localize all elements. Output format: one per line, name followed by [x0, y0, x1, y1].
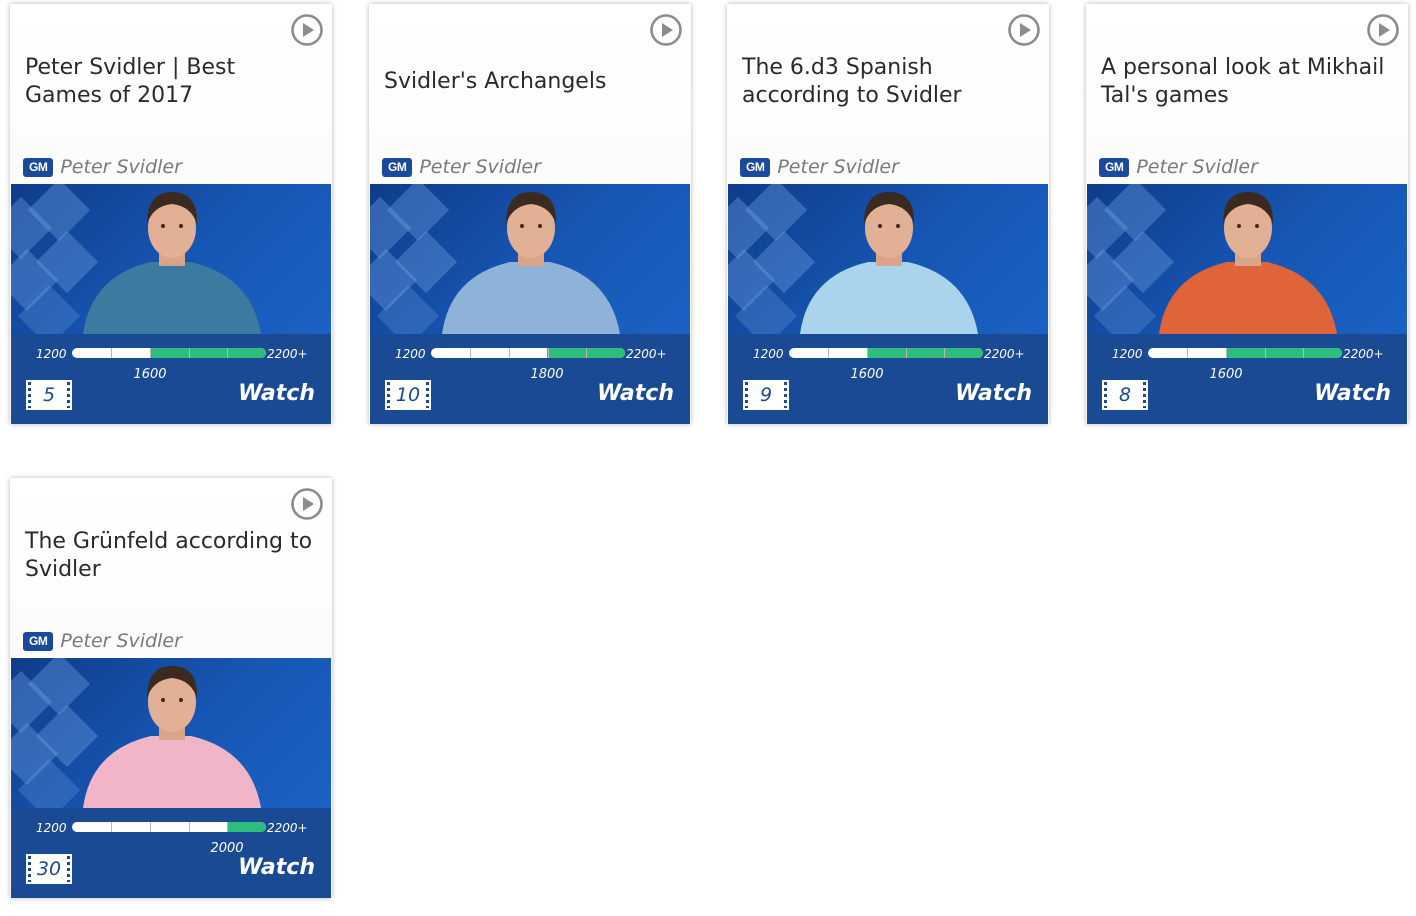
author-name[interactable]: Peter Svidler	[777, 156, 899, 178]
course-card[interactable]: The Grünfeld according to Svidler GM Pet…	[10, 478, 332, 898]
level-min-label: 1200	[753, 347, 784, 361]
level-bar	[1148, 348, 1342, 358]
level-min-label: 1200	[395, 347, 426, 361]
level-bar-fill	[227, 822, 266, 832]
watch-button[interactable]: Watch	[238, 855, 315, 880]
course-title[interactable]: The Grünfeld according to Svidler	[25, 528, 318, 584]
level-value: 1600	[850, 367, 884, 382]
level-max-label: 2200+	[267, 347, 308, 361]
presenter-image	[442, 192, 620, 334]
video-count: 9	[743, 380, 789, 410]
course-card[interactable]: The 6.d3 Spanish according to Svidler GM…	[727, 4, 1049, 424]
level-bar	[72, 822, 266, 832]
level-bar-fill	[1226, 348, 1342, 358]
level-bar-fill	[867, 348, 983, 358]
author-row: GM Peter Svidler	[382, 156, 541, 178]
course-card[interactable]: Peter Svidler | Best Games of 2017 GM Pe…	[10, 4, 332, 424]
course-title[interactable]: The 6.d3 Spanish according to Svidler	[742, 54, 1035, 110]
level-bar-fill	[150, 348, 266, 358]
course-info-bar: 1200 2200+ 1600 8 Watch	[1087, 334, 1407, 424]
video-count: 30	[26, 854, 72, 884]
author-row: GM Peter Svidler	[1099, 156, 1258, 178]
course-thumbnail[interactable]	[11, 184, 331, 334]
gm-badge: GM	[382, 157, 413, 177]
course-info-bar: 1200 2200+ 1600 9 Watch	[728, 334, 1048, 424]
course-title[interactable]: Peter Svidler | Best Games of 2017	[25, 54, 318, 110]
level-min-label: 1200	[1112, 347, 1143, 361]
level-bar	[789, 348, 983, 358]
course-thumbnail[interactable]	[728, 184, 1048, 334]
level-value: 1800	[530, 367, 564, 382]
level-min-label: 1200	[36, 347, 67, 361]
course-info-bar: 1200 2200+ 2000 30 Watch	[11, 808, 331, 898]
watch-button[interactable]: Watch	[238, 381, 315, 406]
level-bar	[431, 348, 625, 358]
level-value: 1600	[1209, 367, 1243, 382]
level-value: 1600	[133, 367, 167, 382]
author-row: GM Peter Svidler	[740, 156, 899, 178]
course-thumbnail[interactable]	[11, 658, 331, 808]
level-min-label: 1200	[36, 821, 67, 835]
video-count: 10	[385, 380, 431, 410]
course-card[interactable]: A personal look at Mikhail Tal's games G…	[1086, 4, 1408, 424]
course-title[interactable]: A personal look at Mikhail Tal's games	[1101, 54, 1394, 110]
course-thumbnail[interactable]	[370, 184, 690, 334]
presenter-image	[83, 666, 261, 808]
play-circle-icon[interactable]	[290, 487, 324, 521]
presenter-image	[800, 192, 978, 334]
video-count: 8	[1102, 380, 1148, 410]
author-name[interactable]: Peter Svidler	[1136, 156, 1258, 178]
watch-button[interactable]: Watch	[1314, 381, 1391, 406]
level-bar	[72, 348, 266, 358]
level-max-label: 2200+	[626, 347, 667, 361]
play-circle-icon[interactable]	[1366, 13, 1400, 47]
play-circle-icon[interactable]	[1007, 13, 1041, 47]
gm-badge: GM	[1099, 157, 1130, 177]
gm-badge: GM	[740, 157, 771, 177]
level-max-label: 2200+	[984, 347, 1025, 361]
author-name[interactable]: Peter Svidler	[60, 156, 182, 178]
course-card[interactable]: Svidler's Archangels GM Peter Svidler 12…	[369, 4, 691, 424]
author-name[interactable]: Peter Svidler	[60, 630, 182, 652]
gm-badge: GM	[23, 631, 54, 651]
course-info-bar: 1200 2200+ 1800 10 Watch	[370, 334, 690, 424]
author-row: GM Peter Svidler	[23, 156, 182, 178]
gm-badge: GM	[23, 157, 54, 177]
course-title[interactable]: Svidler's Archangels	[384, 68, 677, 96]
level-max-label: 2200+	[1343, 347, 1384, 361]
play-circle-icon[interactable]	[649, 13, 683, 47]
presenter-image	[1159, 192, 1337, 334]
presenter-image	[83, 192, 261, 334]
watch-button[interactable]: Watch	[597, 381, 674, 406]
level-max-label: 2200+	[267, 821, 308, 835]
play-circle-icon[interactable]	[290, 13, 324, 47]
video-count: 5	[26, 380, 72, 410]
author-row: GM Peter Svidler	[23, 630, 182, 652]
author-name[interactable]: Peter Svidler	[419, 156, 541, 178]
watch-button[interactable]: Watch	[955, 381, 1032, 406]
course-info-bar: 1200 2200+ 1600 5 Watch	[11, 334, 331, 424]
course-thumbnail[interactable]	[1087, 184, 1407, 334]
level-value: 2000	[210, 841, 244, 856]
